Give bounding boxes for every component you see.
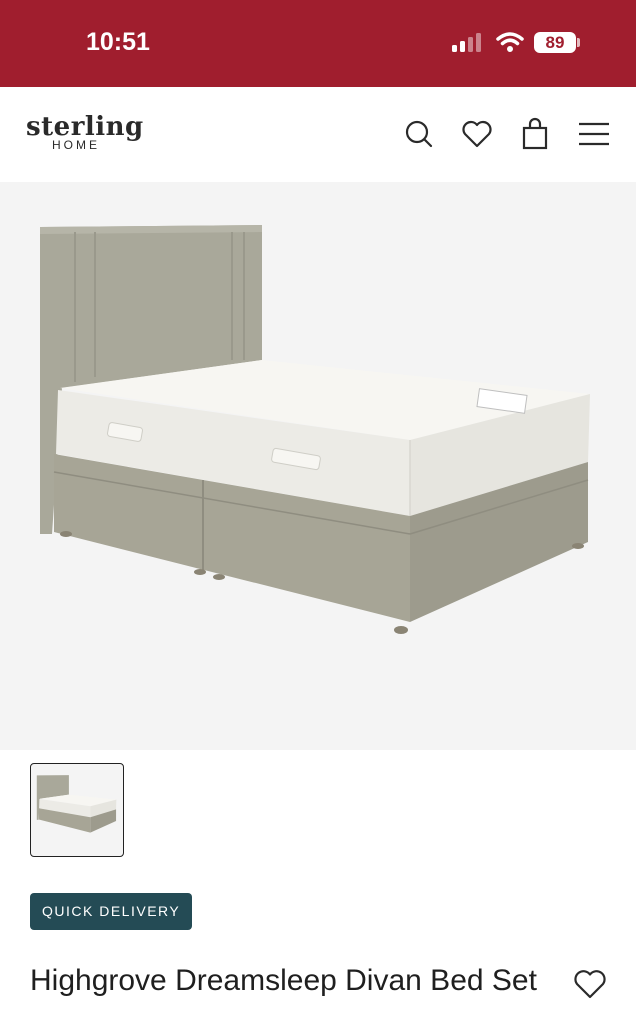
site-header: sterling HOME <box>0 87 636 182</box>
search-icon[interactable] <box>402 117 436 151</box>
product-image[interactable] <box>0 182 636 750</box>
status-time: 10:51 <box>86 28 150 56</box>
status-bar: 10:51 89 <box>0 0 636 87</box>
product-title: Highgrove Dreamsleep Divan Bed Set <box>30 964 537 997</box>
wishlist-heart-icon[interactable] <box>572 966 608 1002</box>
thumbnail-image[interactable] <box>30 763 124 857</box>
menu-icon[interactable] <box>577 117 611 151</box>
heart-icon[interactable] <box>460 117 494 151</box>
quick-delivery-badge: QUICK DELIVERY <box>30 893 193 930</box>
bed-thumbnail-illustration <box>31 768 123 852</box>
logo-sub: HOME <box>52 138 100 152</box>
shopping-bag-icon[interactable] <box>518 117 552 151</box>
battery-icon: 89 <box>534 32 576 53</box>
battery-tip <box>577 38 580 47</box>
signal-icon <box>452 33 481 52</box>
wifi-icon <box>496 32 524 52</box>
bed-illustration <box>40 225 590 634</box>
